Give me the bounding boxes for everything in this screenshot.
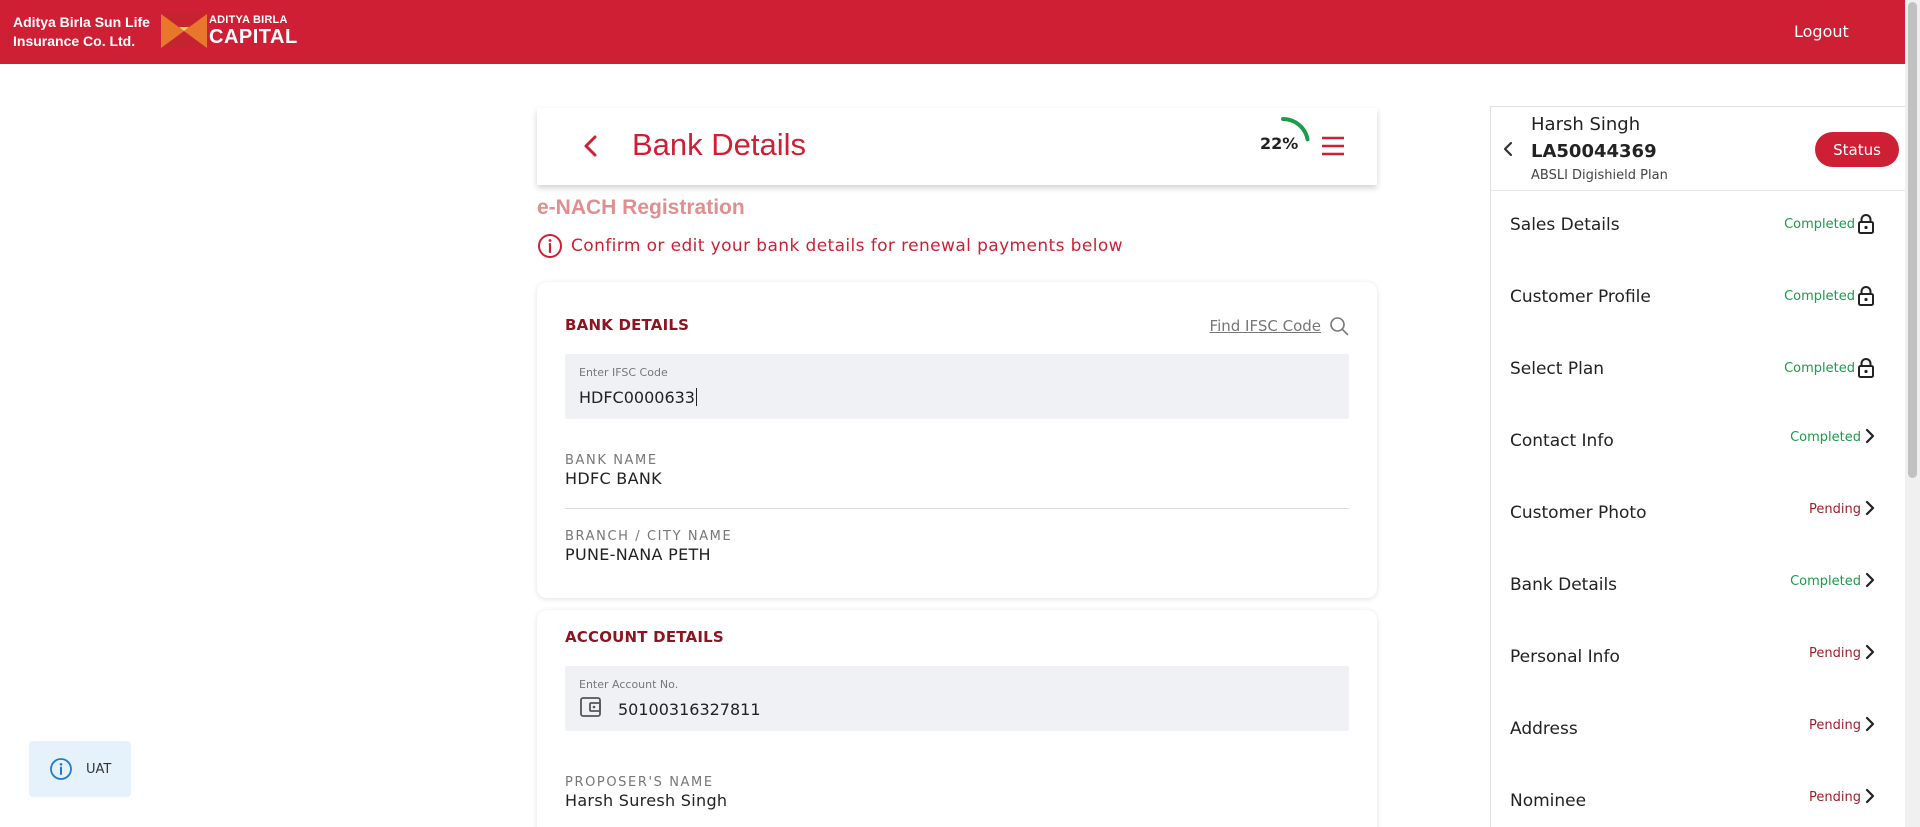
branch-label: BRANCH / CITY NAME (565, 529, 733, 544)
bank-name-label: BANK NAME (565, 453, 658, 468)
text-cursor (695, 388, 697, 406)
step-status: Pending (1809, 646, 1861, 661)
step-status: Completed (1790, 574, 1861, 589)
info-message: Confirm or edit your bank details for re… (537, 233, 1123, 259)
chevron-right-icon[interactable] (1863, 427, 1877, 449)
step-item-sales-details[interactable]: Sales Details Completed (1491, 191, 1905, 263)
page-header-card: Bank Details 22% (537, 108, 1377, 185)
account-number-input[interactable]: Enter Account No. 50100316327811 (565, 666, 1349, 731)
lock-icon (1857, 285, 1875, 311)
lock-icon (1857, 213, 1875, 239)
step-status: Pending (1809, 790, 1861, 805)
ifsc-input-label: Enter IFSC Code (579, 366, 668, 379)
find-ifsc-label[interactable]: Find IFSC Code (1210, 317, 1321, 335)
back-arrow-icon[interactable] (577, 132, 605, 160)
scrollbar-thumb[interactable] (1908, 2, 1917, 478)
collapse-panel-icon[interactable] (1499, 139, 1517, 159)
chevron-right-icon[interactable] (1863, 715, 1877, 737)
ifsc-value-text[interactable]: HDFC0000633 (579, 388, 695, 407)
info-icon (538, 234, 562, 258)
info-icon (50, 758, 72, 780)
journey-panel: Harsh Singh LA50044369 ABSLI Digishield … (1490, 106, 1905, 827)
section-title: e-NACH Registration (537, 196, 745, 219)
step-status: Pending (1809, 718, 1861, 733)
chevron-right-icon[interactable] (1863, 499, 1877, 521)
environment-badge: UAT (29, 741, 131, 797)
step-status: Completed (1784, 289, 1855, 304)
info-text: Confirm or edit your bank details for re… (571, 236, 1123, 256)
chevron-right-icon[interactable] (1863, 787, 1877, 809)
logo-line-1: ADITYA BIRLA (209, 14, 288, 26)
account-number-value[interactable]: 50100316327811 (618, 700, 761, 719)
customer-name: Harsh Singh (1531, 114, 1641, 135)
chevron-right-icon[interactable] (1863, 571, 1877, 593)
bank-details-heading: BANK DETAILS (565, 316, 690, 334)
account-input-label: Enter Account No. (579, 678, 679, 691)
logout-button[interactable]: Logout (1794, 22, 1849, 41)
brand-line-2: Insurance Co. Ltd. (13, 33, 136, 49)
progress-percent: 22% (1260, 134, 1299, 153)
proposer-name-value: Harsh Suresh Singh (565, 791, 728, 810)
step-label: Personal Info (1510, 647, 1620, 667)
page-title: Bank Details (632, 127, 807, 162)
page-scrollbar[interactable] (1905, 0, 1920, 827)
ifsc-input-value[interactable]: HDFC0000633 (579, 388, 697, 407)
step-item-personal-info[interactable]: Personal Info Pending (1491, 623, 1905, 695)
logo-text: ADITYA BIRLA CAPITAL (209, 14, 298, 48)
brand-name: Aditya Birla Sun Life Insurance Co. Ltd. (13, 13, 150, 51)
search-icon[interactable] (1329, 316, 1349, 336)
step-item-select-plan[interactable]: Select Plan Completed (1491, 335, 1905, 407)
application-id: LA50044369 (1531, 141, 1657, 162)
step-label: Bank Details (1510, 575, 1618, 595)
step-status: Completed (1790, 430, 1861, 445)
logo-line-2: CAPITAL (209, 26, 298, 48)
find-ifsc-link[interactable]: Find IFSC Code (1210, 316, 1349, 336)
logo-mark-icon (161, 14, 207, 48)
proposer-name-label: PROPOSER'S NAME (565, 775, 714, 790)
hamburger-menu-icon[interactable] (1320, 134, 1346, 158)
step-label: Address (1510, 719, 1578, 739)
brand-line-1: Aditya Birla Sun Life (13, 14, 150, 30)
step-item-contact-info[interactable]: Contact Info Completed (1491, 407, 1905, 479)
step-item-address[interactable]: Address Pending (1491, 695, 1905, 767)
bank-details-card: BANK DETAILS Find IFSC Code Enter IFSC C… (537, 282, 1377, 598)
step-label: Nominee (1510, 791, 1587, 811)
step-status: Completed (1784, 361, 1855, 376)
account-details-heading: ACCOUNT DETAILS (565, 628, 724, 646)
lock-icon (1857, 357, 1875, 383)
customer-summary: Harsh Singh LA50044369 ABSLI Digishield … (1491, 107, 1905, 191)
step-item-customer-profile[interactable]: Customer Profile Completed (1491, 263, 1905, 335)
wallet-icon (580, 697, 601, 717)
step-item-nominee[interactable]: Nominee Pending (1491, 767, 1905, 827)
step-item-customer-photo[interactable]: Customer Photo Pending (1491, 479, 1905, 551)
step-item-bank-details[interactable]: Bank Details Completed (1491, 551, 1905, 623)
step-status: Completed (1784, 217, 1855, 232)
step-label: Select Plan (1510, 359, 1605, 379)
step-label: Customer Profile (1510, 287, 1651, 307)
step-label: Sales Details (1510, 215, 1620, 235)
branch-value: PUNE-NANA PETH (565, 545, 711, 564)
ifsc-input[interactable]: Enter IFSC Code HDFC0000633 (565, 354, 1349, 419)
account-details-card: ACCOUNT DETAILS Enter Account No. 501003… (537, 610, 1377, 827)
aditya-birla-capital-logo: ADITYA BIRLA CAPITAL (161, 14, 298, 48)
chevron-right-icon[interactable] (1863, 643, 1877, 665)
step-status: Pending (1809, 502, 1861, 517)
bank-name-value: HDFC BANK (565, 469, 662, 488)
status-button[interactable]: Status (1815, 132, 1899, 167)
plan-name: ABSLI Digishield Plan (1531, 168, 1668, 183)
environment-label: UAT (86, 761, 112, 777)
top-header: Aditya Birla Sun Life Insurance Co. Ltd.… (0, 0, 1920, 64)
step-label: Contact Info (1510, 431, 1614, 451)
divider (565, 508, 1349, 509)
step-label: Customer Photo (1510, 503, 1647, 523)
